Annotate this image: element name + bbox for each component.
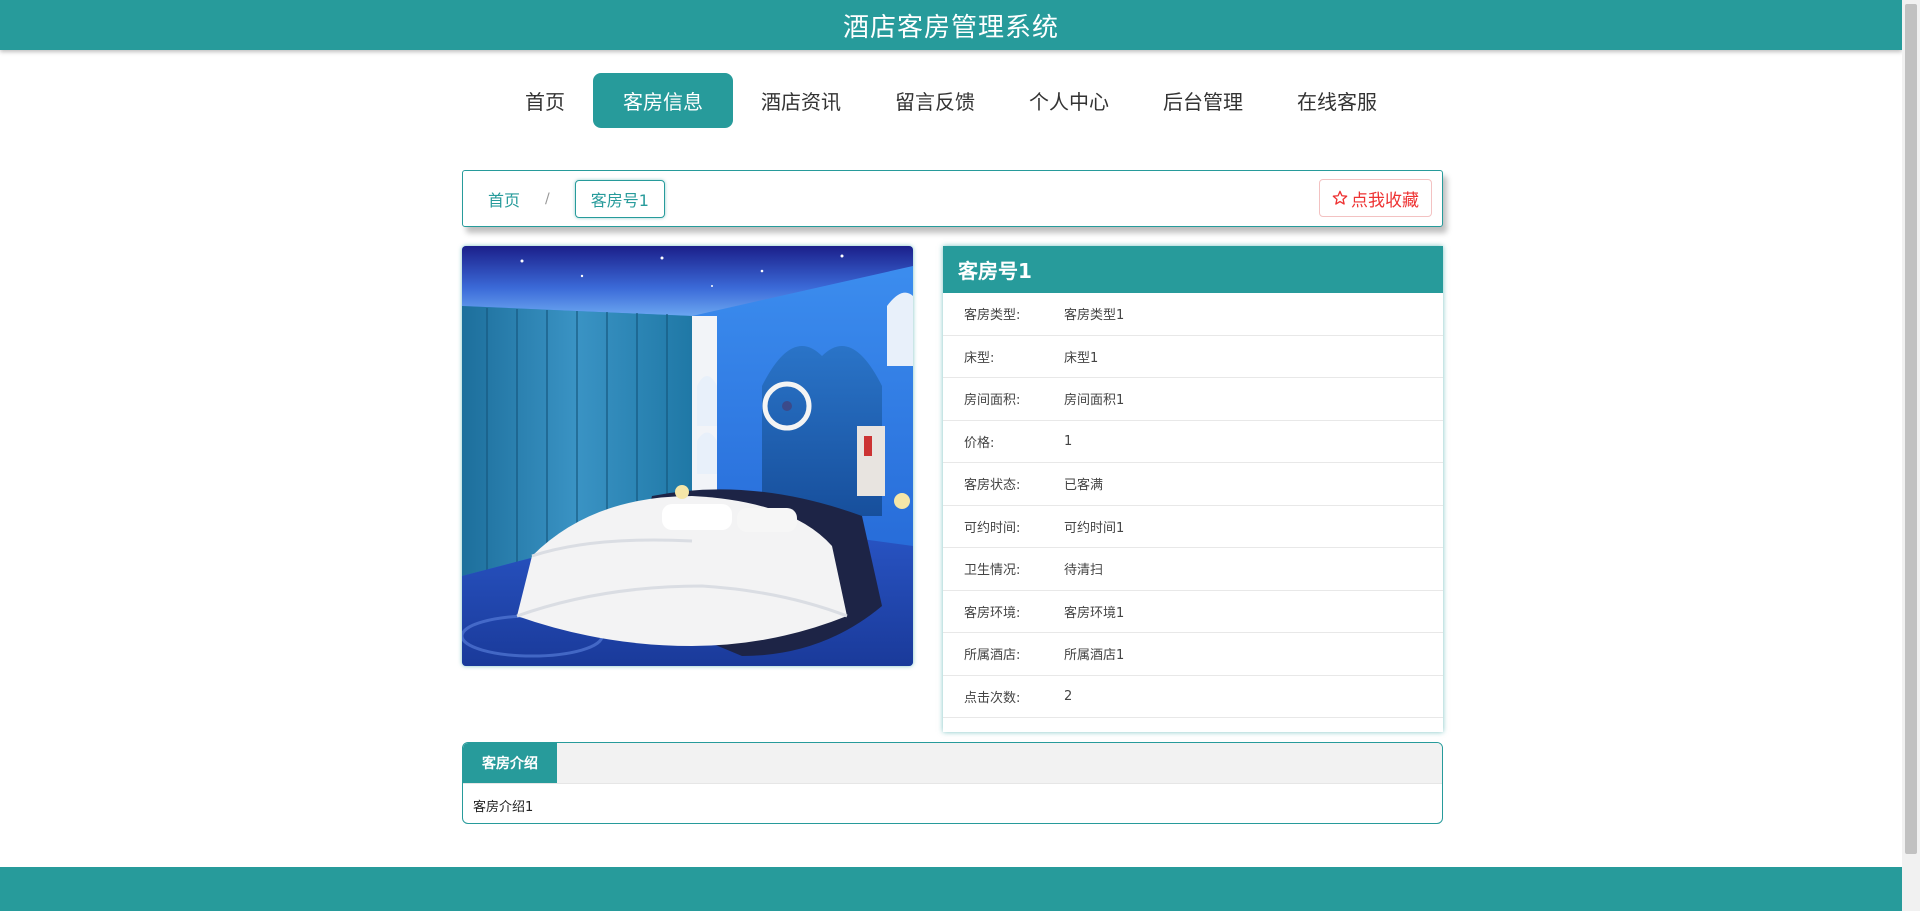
tab-room-intro[interactable]: 客房介绍 (463, 743, 557, 783)
detail-label: 卫生情况: (964, 563, 1021, 579)
detail-label: 价格: (964, 435, 995, 451)
detail-row-clicks: 点击次数: 2 (943, 676, 1443, 718)
intro-content: 客房介绍1 (473, 800, 534, 815)
detail-row-status: 客房状态: 已客满 (943, 463, 1443, 506)
detail-value: 1 (1064, 433, 1073, 449)
breadcrumb-separator: / (545, 190, 550, 207)
nav-item-home[interactable]: 首页 (499, 73, 591, 128)
detail-row-hygiene: 卫生情况: 待清扫 (943, 548, 1443, 591)
breadcrumb-current: 客房号1 (574, 179, 665, 218)
detail-label: 客房状态: (964, 478, 1021, 494)
page: 酒店客房管理系统 首页 客房信息 酒店资讯 留言反馈 个人中心 后台管理 在线客… (0, 0, 1920, 911)
main-nav: 首页 客房信息 酒店资讯 留言反馈 个人中心 后台管理 在线客服 (0, 73, 1902, 128)
room-title: 客房号1 (943, 246, 1443, 293)
intro-tab-bar: 客房介绍 (463, 743, 1442, 784)
detail-value: 床型1 (1064, 350, 1099, 366)
detail-row-price: 价格: 1 (943, 421, 1443, 463)
detail-value: 待清扫 (1064, 563, 1104, 579)
detail-value: 已客满 (1064, 478, 1104, 494)
nav-item-support[interactable]: 在线客服 (1271, 73, 1403, 128)
detail-value: 所属酒店1 (1064, 648, 1125, 664)
nav-item-rooms[interactable]: 客房信息 (593, 73, 733, 128)
page-scrollbar[interactable] (1902, 0, 1920, 911)
detail-value: 房间面积1 (1064, 393, 1125, 409)
site-title: 酒店客房管理系统 (842, 12, 1059, 43)
nav-item-admin[interactable]: 后台管理 (1137, 73, 1269, 128)
nav-item-profile[interactable]: 个人中心 (1003, 73, 1135, 128)
room-intro-panel: 客房介绍 客房介绍1 (462, 742, 1443, 824)
detail-value: 客房环境1 (1064, 605, 1125, 621)
top-header: 酒店客房管理系统 (0, 0, 1902, 50)
detail-value: 可约时间1 (1064, 520, 1125, 536)
detail-row-hotel: 所属酒店: 所属酒店1 (943, 633, 1443, 676)
detail-row-bed-type: 床型: 床型1 (943, 336, 1443, 378)
detail-label: 可约时间: (964, 520, 1021, 536)
breadcrumb-home-link[interactable]: 首页 (488, 187, 520, 211)
star-outline-icon (1332, 190, 1348, 205)
nav-item-news[interactable]: 酒店资讯 (735, 73, 867, 128)
detail-label: 房间面积: (964, 393, 1021, 409)
scrollbar-thumb[interactable] (1905, 4, 1917, 854)
detail-label: 客房类型: (964, 308, 1021, 324)
detail-row-room-type: 客房类型: 客房类型1 (943, 293, 1443, 336)
detail-row-area: 房间面积: 房间面积1 (943, 378, 1443, 421)
favorite-label: 点我收藏 (1351, 190, 1419, 211)
detail-row-available-time: 可约时间: 可约时间1 (943, 506, 1443, 548)
favorite-button[interactable]: 点我收藏 (1319, 179, 1432, 217)
footer (0, 867, 1902, 911)
detail-value: 客房类型1 (1064, 308, 1125, 324)
detail-label: 所属酒店: (964, 648, 1021, 664)
detail-label: 床型: (964, 350, 995, 366)
breadcrumb: 首页 / 客房号1 点我收藏 (462, 170, 1443, 227)
detail-row-environment: 客房环境: 客房环境1 (943, 591, 1443, 633)
nav-item-feedback[interactable]: 留言反馈 (869, 73, 1001, 128)
detail-label: 点击次数: (964, 690, 1021, 706)
room-detail-panel: 客房号1 客房类型: 客房类型1 床型: 床型1 房间面积: 房间面积1 价格:… (943, 246, 1443, 732)
detail-value: 2 (1064, 688, 1073, 704)
detail-label: 客房环境: (964, 605, 1021, 621)
room-photo (462, 246, 913, 666)
